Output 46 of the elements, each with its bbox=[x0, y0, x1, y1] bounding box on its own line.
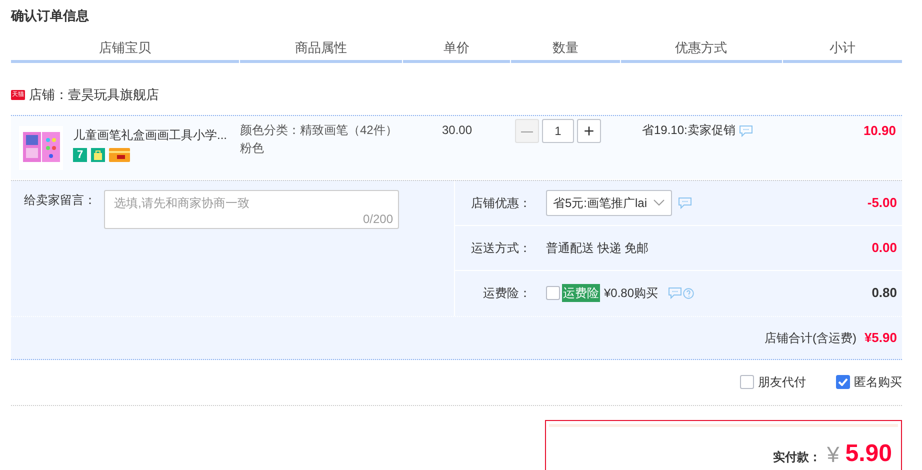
product-name[interactable]: 儿童画笔礼盒画画工具小学... bbox=[73, 126, 228, 144]
column-header: 商品属性 bbox=[240, 38, 402, 62]
checkbox[interactable] bbox=[740, 375, 754, 389]
option-amount: 0.00 bbox=[872, 238, 898, 257]
option-label: 店铺优惠： bbox=[470, 194, 531, 212]
quantity-field[interactable]: 1 bbox=[542, 118, 574, 142]
coupon-select[interactable]: 省5元:画笔推广lai bbox=[546, 190, 672, 216]
payment-amount: 5.90 bbox=[845, 439, 892, 469]
column-header: 单价 bbox=[402, 38, 510, 62]
item-subtotal: 10.90 bbox=[863, 122, 896, 138]
comment-icon[interactable] bbox=[668, 287, 682, 299]
column-header: 数量 bbox=[511, 38, 620, 62]
help-icon[interactable] bbox=[683, 288, 694, 298]
insurance-tag: 运费险 bbox=[562, 284, 600, 302]
page-title: 确认订单信息 bbox=[11, 7, 90, 25]
column-header: 小计 bbox=[782, 38, 902, 62]
option-label: 运费险： bbox=[482, 285, 531, 302]
character-counter: 0/200 bbox=[362, 210, 393, 228]
unit-price: 30.00 bbox=[440, 122, 474, 138]
column-header: 优惠方式 bbox=[620, 38, 782, 62]
product-attribute: 粉色 bbox=[240, 140, 265, 156]
delivery-method: 普通配送 快递 免邮 bbox=[546, 240, 649, 256]
promotion-text: 省19.10:卖家促销 bbox=[642, 122, 736, 138]
checkbox[interactable] bbox=[836, 375, 850, 389]
shop-total-amount: ¥5.90 bbox=[864, 328, 897, 347]
card-icon bbox=[109, 148, 130, 162]
service-badge: 7 bbox=[73, 148, 87, 162]
payment-label: 实付款： bbox=[773, 449, 822, 466]
bag-icon bbox=[91, 148, 105, 162]
comment-icon[interactable] bbox=[739, 124, 754, 136]
product-attribute: 颜色分类：精致画笔（42件） bbox=[240, 122, 398, 138]
increase-button[interactable]: + bbox=[577, 118, 601, 142]
option-amount: 0.80 bbox=[872, 284, 898, 302]
column-header: 店铺宝贝 bbox=[11, 38, 239, 62]
message-label: 给卖家留言： bbox=[24, 192, 96, 208]
checkbox[interactable] bbox=[546, 286, 560, 300]
option-label: 运送方式： bbox=[470, 240, 531, 256]
comment-icon[interactable] bbox=[678, 196, 692, 208]
checkbox-label: 朋友代付 bbox=[758, 374, 806, 391]
insurance-price: ¥0.80购买 bbox=[604, 285, 658, 302]
option-amount: -5.00 bbox=[867, 194, 898, 212]
currency-symbol: ¥ bbox=[827, 440, 840, 468]
shop-total-label: 店铺合计(含运费) bbox=[764, 330, 856, 346]
chevron-down-icon bbox=[653, 199, 666, 206]
checkbox-label: 匿名购买 bbox=[854, 374, 902, 391]
shop-name[interactable]: 店铺：壹昊玩具旗舰店 bbox=[29, 84, 159, 104]
